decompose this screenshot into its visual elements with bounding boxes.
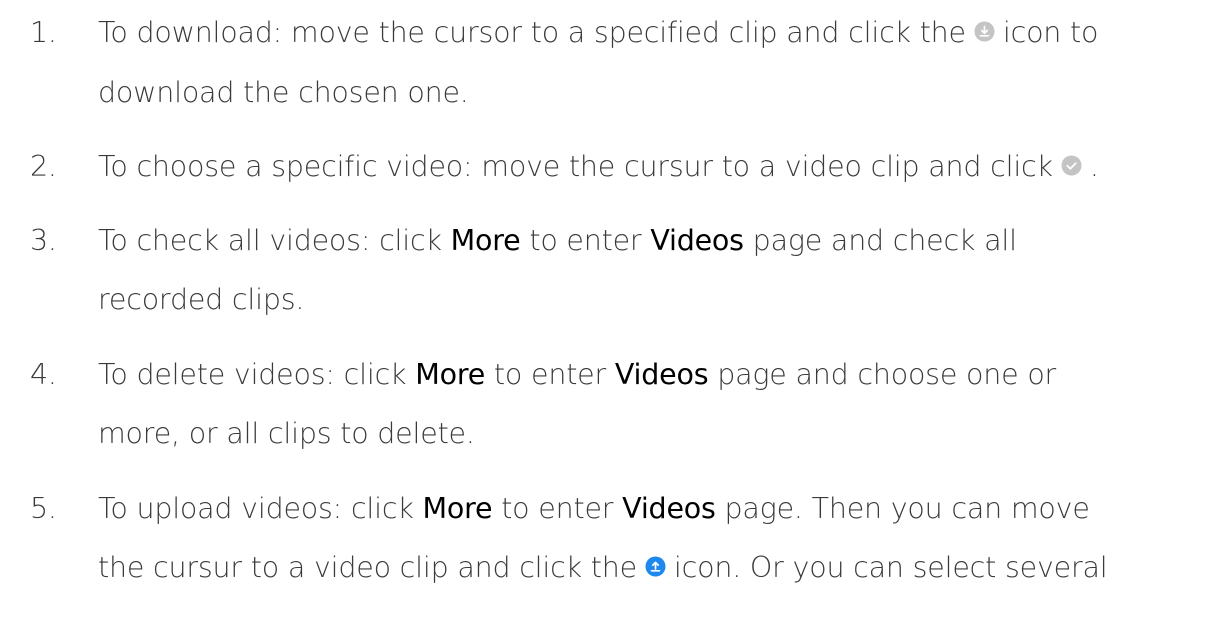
item-text: page and choose one or [717,358,1057,391]
item-text: to enter [529,224,642,257]
item-text: To download: move the cursor to a specif… [98,16,966,49]
item-line: the cursur to a video clip and click the… [98,548,1108,588]
item-text: recorded clips. [98,283,305,316]
more-keyword: More [450,224,521,257]
item-text: page and check all [752,224,1017,257]
item-number: 4. [30,358,57,391]
item-text: To check all videos: click [98,224,442,257]
item-number: 2. [30,150,57,183]
more-keyword: More [422,492,493,525]
item-line: download the chosen one. [98,73,469,113]
item-text: To choose a specific video: move the cur… [98,150,1053,183]
upload-circle-icon [645,556,666,577]
item-line: To upload videos: click More to enter Vi… [98,489,1090,529]
item-text: icon. Or you can select several [673,551,1108,584]
item-number: 1. [30,16,57,49]
item-text: to enter [493,358,607,391]
item-text: to enter [501,492,614,525]
download-circle-icon [974,21,995,42]
more-keyword: More [415,358,486,391]
item-text: download the chosen one. [98,76,469,109]
item-text: icon to [1002,16,1099,49]
item-text: To upload videos: click [98,492,414,525]
instruction-list: 1. To download: move the cursor to a spe… [0,0,1231,626]
item-line: To download: move the cursor to a specif… [98,13,1098,53]
item-number: 3. [30,224,57,257]
item-line: To choose a specific video: move the cur… [98,147,1099,187]
item-line: more, or all clips to delete. [98,414,475,454]
item-text: To delete videos: click [98,358,407,391]
videos-keyword: Videos [650,224,744,257]
item-line: recorded clips. [98,280,304,320]
item-text: the cursur to a video clip and click the [98,551,637,584]
videos-keyword: Videos [614,358,709,391]
item-text: more, or all clips to delete. [98,417,475,450]
item-text: . [1089,150,1099,183]
item-text: page. Then you can move [724,492,1090,525]
item-number: 5. [30,492,57,525]
videos-keyword: Videos [622,492,716,525]
item-line: To check all videos: click More to enter… [98,221,1017,261]
item-line: To delete videos: click More to enter Vi… [98,355,1056,395]
check-circle-icon [1061,155,1082,176]
